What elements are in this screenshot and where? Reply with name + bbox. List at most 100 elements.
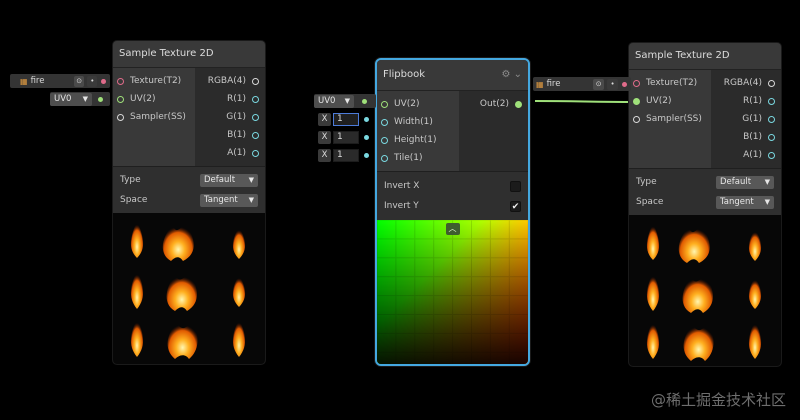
link-dot	[98, 96, 103, 102]
width-input-port[interactable]: Width(1)	[377, 113, 459, 131]
g-output-port[interactable]: G(1)	[195, 108, 265, 126]
port-dot[interactable]	[381, 100, 388, 108]
a-output-port[interactable]: A(1)	[195, 144, 265, 162]
type-dropdown[interactable]: Default ▼	[716, 175, 774, 189]
flipbook-node[interactable]: Flipbook ⚙ ⌄ UV(2) Width(1) Height(1) Ti…	[375, 58, 530, 366]
dropdown-arrow-icon: ▼	[82, 94, 88, 103]
r-output-port[interactable]: R(1)	[195, 90, 265, 108]
port-dot[interactable]	[117, 95, 124, 103]
link-dot	[364, 116, 369, 122]
port-dot[interactable]	[252, 131, 259, 139]
flipbook-uv-preview: ︿	[377, 220, 528, 364]
uv-input-port[interactable]: UV(2)	[629, 92, 711, 110]
sample-texture-node-left[interactable]: Sample Texture 2D Texture(T2) UV(2) Samp…	[113, 41, 265, 364]
dropdown-arrow-icon: ▼	[344, 96, 350, 105]
height-field[interactable]: X 1	[318, 130, 369, 144]
b-output-port[interactable]: B(1)	[195, 126, 265, 144]
port-dot[interactable]	[381, 118, 388, 126]
rgba-output-port[interactable]: RGBA(4)	[711, 74, 781, 92]
r-output-port[interactable]: R(1)	[711, 92, 781, 110]
chevron-up-icon[interactable]: ︿	[445, 223, 460, 235]
width-value-input[interactable]: 1	[333, 112, 359, 126]
sample-texture-node-right[interactable]: Sample Texture 2D Texture(T2) UV(2) Samp…	[629, 43, 781, 366]
invert-x-checkbox[interactable]	[510, 180, 521, 192]
tile-field[interactable]: X 1	[318, 148, 369, 162]
space-label: Space	[120, 195, 148, 205]
port-dot[interactable]	[117, 77, 124, 85]
g-output-port[interactable]: G(1)	[711, 110, 781, 128]
port-dot[interactable]	[768, 115, 775, 123]
texture-input-port[interactable]: Texture(T2)	[629, 74, 711, 92]
dropdown-arrow-icon: ▼	[764, 197, 770, 206]
uv-channel-field[interactable]: UV0 ▼	[50, 92, 110, 106]
port-dot[interactable]	[633, 79, 640, 87]
fire-flipbook-image	[130, 221, 246, 359]
tile-input-port[interactable]: Tile(1)	[377, 149, 459, 167]
texture-input-port[interactable]: Texture(T2)	[113, 72, 195, 90]
port-dot[interactable]	[768, 151, 775, 159]
texture-object-field[interactable]: ▦ fire ⊙ •	[533, 77, 631, 91]
texture-icon: ▦	[20, 76, 28, 86]
uv-dropdown[interactable]: UV0 ▼	[50, 92, 92, 106]
port-dot[interactable]	[633, 97, 640, 105]
port-dot[interactable]	[515, 100, 522, 108]
port-dot[interactable]	[633, 115, 640, 123]
out-output-port[interactable]: Out(2)	[459, 95, 528, 113]
port-link-indicator: •	[87, 75, 98, 87]
fire-flipbook-image	[646, 223, 762, 361]
uv-dropdown[interactable]: UV0 ▼	[314, 94, 354, 108]
port-dot[interactable]	[117, 113, 124, 121]
rgba-output-port[interactable]: RGBA(4)	[195, 72, 265, 90]
chevron-down-icon[interactable]: ⌄	[514, 69, 522, 80]
tile-value-input[interactable]: 1	[333, 148, 359, 162]
width-field[interactable]: X 1	[318, 112, 369, 126]
node-title[interactable]: Flipbook ⚙ ⌄	[377, 60, 528, 90]
dropdown-arrow-icon: ▼	[248, 175, 254, 184]
type-label: Type	[636, 177, 657, 187]
dropdown-arrow-icon: ▼	[764, 177, 770, 186]
link-dot	[364, 152, 369, 158]
node-title[interactable]: Sample Texture 2D	[629, 43, 781, 69]
space-dropdown[interactable]: Tangent ▼	[716, 195, 774, 209]
sampler-input-port[interactable]: Sampler(SS)	[113, 108, 195, 126]
invert-x-label: Invert X	[384, 181, 420, 191]
port-dot[interactable]	[252, 95, 259, 103]
texture-preview	[113, 213, 265, 364]
space-dropdown[interactable]: Tangent ▼	[200, 193, 258, 207]
flipbook-uv-field[interactable]: UV0 ▼	[314, 94, 376, 108]
height-value-input[interactable]: 1	[333, 130, 359, 144]
b-output-port[interactable]: B(1)	[711, 128, 781, 146]
sampler-input-port[interactable]: Sampler(SS)	[629, 110, 711, 128]
object-picker-icon[interactable]: ⊙	[593, 78, 605, 90]
x-label: X	[318, 148, 331, 162]
port-dot[interactable]	[768, 133, 775, 141]
link-dot	[362, 98, 367, 104]
x-label: X	[318, 130, 331, 144]
link-dot	[101, 78, 106, 84]
type-label: Type	[120, 175, 141, 185]
texture-object-field[interactable]: ▦ fire ⊙ •	[10, 74, 110, 88]
link-dot	[364, 134, 369, 140]
invert-y-checkbox[interactable]: ✔	[510, 200, 521, 212]
uv-input-port[interactable]: UV(2)	[113, 90, 195, 108]
a-output-port[interactable]: A(1)	[711, 146, 781, 164]
dropdown-arrow-icon: ▼	[248, 195, 254, 204]
object-picker-icon[interactable]: ⊙	[74, 75, 85, 87]
height-input-port[interactable]: Height(1)	[377, 131, 459, 149]
type-dropdown[interactable]: Default ▼	[200, 173, 258, 187]
port-dot[interactable]	[768, 79, 775, 87]
uv-input-port[interactable]: UV(2)	[377, 95, 459, 113]
texture-preview	[629, 215, 781, 366]
port-dot[interactable]	[252, 77, 259, 85]
x-label: X	[318, 112, 331, 126]
port-dot[interactable]	[252, 113, 259, 121]
port-dot[interactable]	[381, 136, 388, 144]
checkmark-icon: ✔	[511, 201, 520, 212]
port-dot[interactable]	[252, 149, 259, 157]
watermark: @稀土掘金技术社区	[650, 391, 786, 409]
invert-y-label: Invert Y	[384, 201, 419, 211]
gear-icon[interactable]: ⚙	[501, 69, 510, 80]
node-title[interactable]: Sample Texture 2D	[113, 41, 265, 67]
port-dot[interactable]	[768, 97, 775, 105]
port-dot[interactable]	[381, 154, 388, 162]
